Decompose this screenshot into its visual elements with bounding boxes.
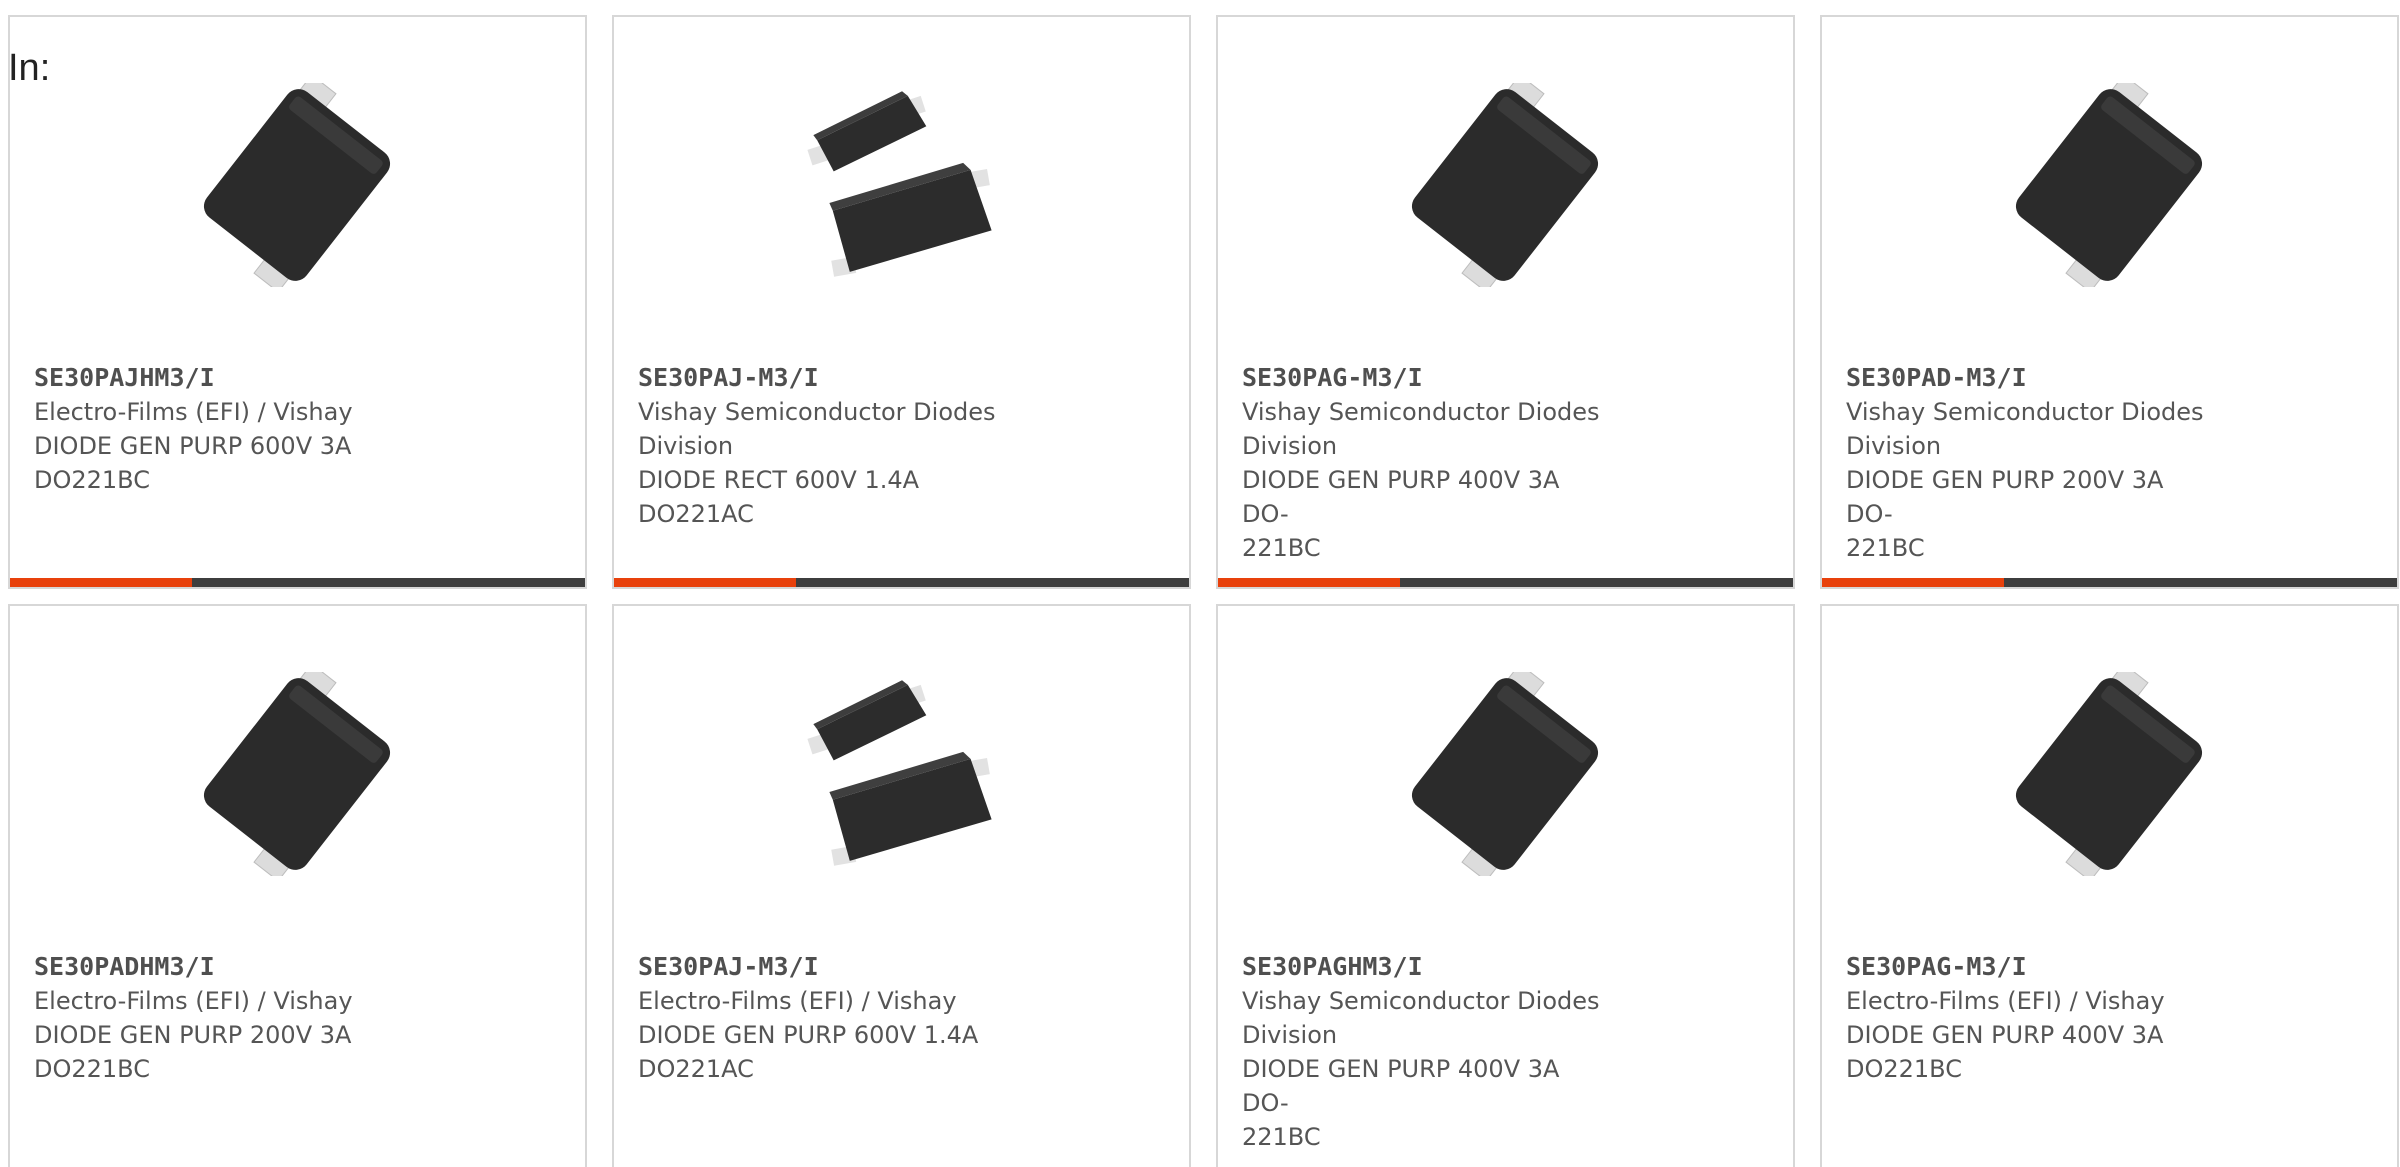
part-number-link[interactable]: SE30PAJHM3/I	[34, 361, 394, 395]
card-progress-accent	[614, 578, 796, 587]
part-number-link[interactable]: SE30PAD-M3/I	[1846, 361, 2206, 395]
product-description-line: DIODE GEN PURP 400V 3A DO-	[1242, 1055, 1560, 1117]
product-description-line: 221BC	[1242, 1123, 1321, 1151]
product-info: SE30PAGHM3/I Vishay Semiconductor Diodes D…	[1242, 950, 1602, 1154]
manufacturer-line: Division	[1242, 1021, 1338, 1049]
manufacturer-line: Vishay Semiconductor Diodes	[638, 398, 996, 426]
manufacturer-line: Division	[1846, 432, 1942, 460]
product-card[interactable]: SE30PAG-M3/I Electro-Films (EFI) / Vishay…	[1820, 604, 2399, 1167]
card-progress-bar	[1822, 578, 2397, 587]
product-info: SE30PAG-M3/I Vishay Semiconductor Diodes D…	[1242, 361, 1602, 565]
product-info: SE30PADHM3/I Electro-Films (EFI) / Vishay…	[34, 950, 394, 1086]
manufacturer-line: Electro-Films (EFI) / Vishay	[34, 398, 353, 426]
manufacturer-line: Vishay Semiconductor Diodes	[1242, 398, 1600, 426]
product-description-line: DO221BC	[34, 1055, 150, 1083]
product-grid-page: In: SE30PAJHM3/I Electro-Films (EFI) / Vi…	[0, 0, 2400, 1167]
part-number-link[interactable]: SE30PAJ-M3/I	[638, 361, 998, 395]
product-description-line: DO221AC	[638, 1055, 754, 1083]
product-info: SE30PAG-M3/I Electro-Films (EFI) / Vishay…	[1846, 950, 2206, 1086]
product-card[interactable]: SE30PAJ-M3/I Electro-Films (EFI) / Vishay…	[612, 604, 1191, 1167]
product-info: SE30PAJ-M3/I Vishay Semiconductor Diodes D…	[638, 361, 998, 531]
product-card[interactable]: SE30PAJ-M3/I Vishay Semiconductor Diodes D…	[612, 15, 1191, 589]
diode-smd-package-icon[interactable]	[2007, 83, 2211, 287]
product-description-line: DIODE GEN PURP 600V 3A	[34, 432, 352, 460]
part-number-link[interactable]: SE30PADHM3/I	[34, 950, 394, 984]
card-progress-bar	[614, 578, 1189, 587]
in-label: In:	[8, 47, 51, 89]
diode-smd-package-icon[interactable]	[195, 83, 399, 287]
part-number-link[interactable]: SE30PAG-M3/I	[1846, 950, 2206, 984]
product-description-line: 221BC	[1846, 534, 1925, 562]
product-description-line: DO221BC	[34, 466, 150, 494]
manufacturer-line: Division	[638, 432, 734, 460]
manufacturer-line: Electro-Films (EFI) / Vishay	[1846, 987, 2165, 1015]
card-progress-bar	[1218, 578, 1793, 587]
product-description-line: DIODE GEN PURP 400V 3A	[1846, 1021, 2164, 1049]
manufacturer-line: Vishay Semiconductor Diodes	[1846, 398, 2204, 426]
product-info: SE30PAJ-M3/I Electro-Films (EFI) / Vishay…	[638, 950, 998, 1086]
diode-smd-package-icon[interactable]	[1403, 83, 1607, 287]
diode-smd-pair-icon[interactable]	[799, 672, 1003, 876]
part-number-link[interactable]: SE30PAG-M3/I	[1242, 361, 1602, 395]
product-card[interactable]: SE30PAJHM3/I Electro-Films (EFI) / Vishay…	[8, 15, 587, 589]
card-progress-accent	[10, 578, 192, 587]
product-description-line: DIODE GEN PURP 400V 3A DO-	[1242, 466, 1560, 528]
manufacturer-line: Electro-Films (EFI) / Vishay	[638, 987, 957, 1015]
product-description-line: DIODE GEN PURP 200V 3A	[34, 1021, 352, 1049]
product-card[interactable]: SE30PAG-M3/I Vishay Semiconductor Diodes D…	[1216, 15, 1795, 589]
product-card[interactable]: SE30PAD-M3/I Vishay Semiconductor Diodes D…	[1820, 15, 2399, 589]
product-description-line: DIODE RECT 600V 1.4A DO221AC	[638, 466, 920, 528]
diode-smd-package-icon[interactable]	[195, 672, 399, 876]
diode-smd-pair-icon[interactable]	[799, 83, 1003, 287]
product-card[interactable]: SE30PADHM3/I Electro-Films (EFI) / Vishay…	[8, 604, 587, 1167]
card-progress-bar	[10, 578, 585, 587]
product-info: SE30PAJHM3/I Electro-Films (EFI) / Vishay…	[34, 361, 394, 497]
diode-smd-package-icon[interactable]	[2007, 672, 2211, 876]
diode-smd-package-icon[interactable]	[1403, 672, 1607, 876]
product-description-line: DIODE GEN PURP 200V 3A DO-	[1846, 466, 2164, 528]
manufacturer-line: Electro-Films (EFI) / Vishay	[34, 987, 353, 1015]
product-description-line: DIODE GEN PURP 600V 1.4A	[638, 1021, 979, 1049]
product-info: SE30PAD-M3/I Vishay Semiconductor Diodes D…	[1846, 361, 2206, 565]
product-description-line: DO221BC	[1846, 1055, 1962, 1083]
card-progress-accent	[1218, 578, 1400, 587]
part-number-link[interactable]: SE30PAGHM3/I	[1242, 950, 1602, 984]
part-number-link[interactable]: SE30PAJ-M3/I	[638, 950, 998, 984]
product-description-line: 221BC	[1242, 534, 1321, 562]
product-card[interactable]: SE30PAGHM3/I Vishay Semiconductor Diodes D…	[1216, 604, 1795, 1167]
card-progress-accent	[1822, 578, 2004, 587]
manufacturer-line: Division	[1242, 432, 1338, 460]
manufacturer-line: Vishay Semiconductor Diodes	[1242, 987, 1600, 1015]
